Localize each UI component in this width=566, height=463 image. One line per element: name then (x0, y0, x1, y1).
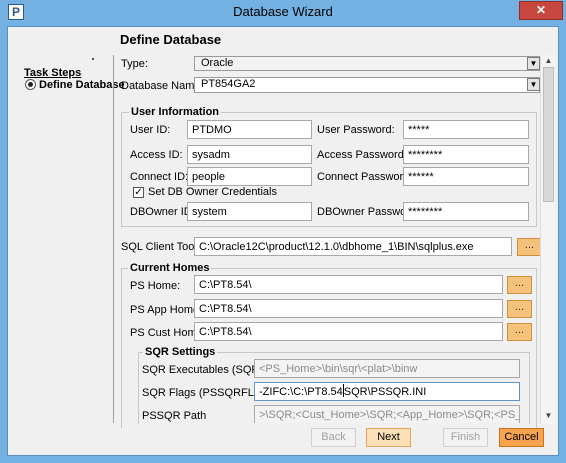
connect-password-label: Connect Password: (317, 171, 413, 183)
sqr-executables-field: <PS_Home>\bin\sqr\<plat>\binw (254, 359, 520, 378)
ps-cust-home-field[interactable]: C:\PT8.54\ (194, 322, 503, 341)
back-button[interactable]: Back (311, 428, 356, 447)
pssqr-path-label: PSSQR Path (142, 410, 207, 422)
dbowner-password-field[interactable]: ******** (403, 202, 529, 221)
scroll-up-icon[interactable]: ▲ (541, 55, 556, 67)
set-db-owner-label: Set DB Owner Credentials (148, 186, 277, 198)
pssqr-path-field: >\SQR;<Cust_Home>\SQR;<App_Home>\SQR;<PS… (254, 405, 520, 423)
database-name-value: PT854GA2 (201, 78, 256, 90)
user-id-field[interactable]: PTDMO (187, 120, 312, 139)
ps-app-home-field[interactable]: C:\PT8.54\ (194, 299, 503, 318)
chevron-down-icon[interactable]: ▼ (527, 78, 540, 91)
set-db-owner-checkbox[interactable]: ✓ (133, 187, 144, 198)
ps-home-label: PS Home: (130, 280, 181, 292)
scrollbar-thumb[interactable] (543, 67, 554, 202)
user-password-label: User Password: (317, 124, 395, 136)
sql-client-browse-button[interactable]: ... (517, 238, 542, 256)
connect-password-field[interactable]: ****** (403, 167, 529, 186)
connect-id-field[interactable]: people (187, 167, 312, 186)
user-id-label: User ID: (130, 124, 171, 136)
access-id-field[interactable]: sysadm (187, 145, 312, 164)
cancel-button[interactable]: Cancel (499, 428, 544, 447)
scroll-down-icon[interactable]: ▼ (541, 410, 556, 422)
database-name-select[interactable]: PT854GA2 (194, 77, 540, 93)
step-radio-selected-dot (28, 82, 33, 87)
step-define-database[interactable]: Define Database (39, 79, 125, 91)
user-information-title: User Information (129, 106, 222, 118)
window-title: Database Wizard (233, 4, 333, 19)
finish-button[interactable]: Finish (443, 428, 488, 447)
title-bar: P Database Wizard ✕ (0, 0, 566, 24)
sql-client-label: SQL Client Tool: (121, 241, 200, 253)
page-title: Define Database (120, 32, 222, 47)
type-select[interactable]: Oracle (194, 56, 540, 71)
access-password-label: Access Password: (317, 149, 407, 161)
sqr-settings-title: SQR Settings (143, 346, 218, 358)
dbowner-id-field[interactable]: system (187, 202, 312, 221)
next-button[interactable]: Next (366, 428, 411, 447)
connect-id-label: Connect ID: (130, 171, 189, 183)
ps-cust-home-browse-button[interactable]: ... (507, 323, 532, 341)
divider-mark (92, 58, 94, 60)
close-button[interactable]: ✕ (519, 1, 563, 20)
ps-app-home-browse-button[interactable]: ... (507, 300, 532, 318)
ps-home-browse-button[interactable]: ... (507, 276, 532, 294)
task-steps-title: Task Steps (24, 67, 82, 79)
sql-client-field[interactable]: C:\Oracle12C\product\12.1.0\dbhome_1\BIN… (194, 237, 512, 256)
database-name-label: Database Name: (121, 80, 204, 92)
vertical-divider (113, 55, 114, 423)
vertical-scrollbar[interactable]: ▲ ▼ (540, 55, 555, 424)
type-value: Oracle (201, 57, 234, 69)
type-label: Type: (121, 58, 148, 70)
ps-app-home-label: PS App Home: (130, 304, 203, 316)
access-password-field[interactable]: ******** (403, 145, 529, 164)
sqr-flags-value-end: SQR\PSSQR.INI (343, 386, 427, 398)
sqr-flags-value-start: -ZIFC:\C:\PT8.54 (259, 386, 343, 398)
sqr-flags-field[interactable]: -ZIFC:\C:\PT8.54SQR\PSSQR.INI (254, 382, 520, 401)
user-password-field[interactable]: ***** (403, 120, 529, 139)
dbowner-id-label: DBOwner ID: (130, 206, 195, 218)
ps-home-field[interactable]: C:\PT8.54\ (194, 275, 503, 294)
chevron-down-icon[interactable]: ▼ (527, 57, 540, 70)
current-homes-title: Current Homes (128, 262, 212, 274)
access-id-label: Access ID: (130, 149, 183, 161)
